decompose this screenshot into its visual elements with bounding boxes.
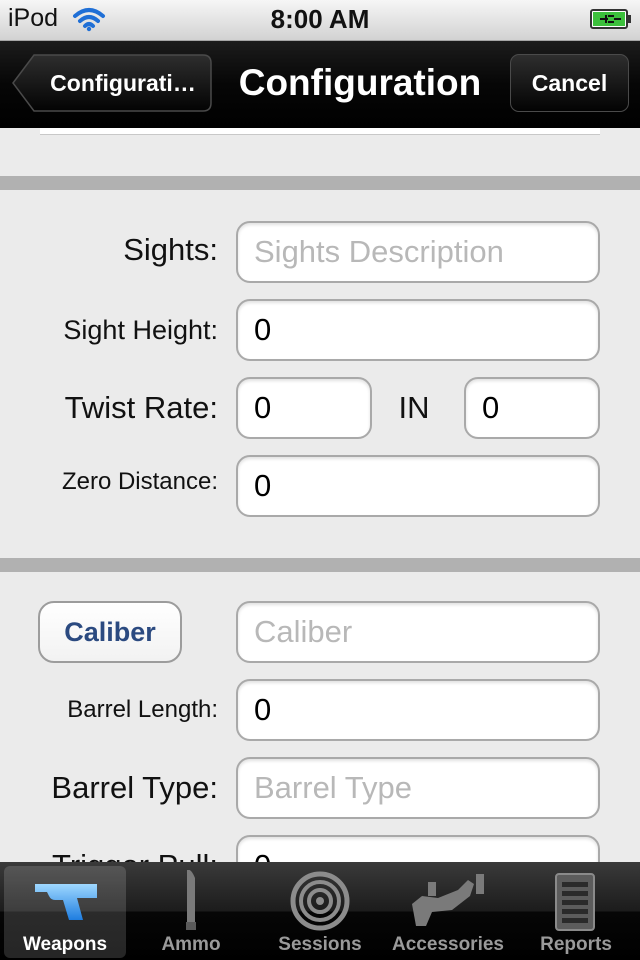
- section-separator: [0, 558, 640, 572]
- back-button-label: Configurati…: [50, 70, 196, 96]
- tab-accessories[interactable]: Accessories: [387, 866, 509, 958]
- sights-input[interactable]: Sights Description: [236, 221, 600, 283]
- tab-bar: Weapons Ammo Sessions Accessories Report…: [0, 862, 640, 960]
- barrel-length-input[interactable]: 0: [236, 679, 600, 741]
- status-bar: iPod 8:00 AM: [0, 0, 640, 41]
- twist-rate-unit: IN: [398, 390, 430, 425]
- tab-reports[interactable]: Reports: [515, 866, 637, 958]
- zero-distance-input[interactable]: 0: [236, 455, 600, 517]
- tab-ammo[interactable]: Ammo: [130, 866, 252, 958]
- back-button[interactable]: Configurati…: [12, 54, 212, 112]
- twist-rate-inches-input[interactable]: 0: [464, 377, 600, 439]
- previous-section-bottom: [40, 128, 600, 135]
- tab-reports-label: Reports: [540, 934, 612, 955]
- page-title: Configuration: [238, 62, 482, 103]
- accessories-icon: [412, 874, 484, 926]
- section-separator: [0, 176, 640, 190]
- barrel-type-input[interactable]: Barrel Type: [236, 757, 600, 819]
- status-time: 8:00 AM: [270, 4, 370, 34]
- cancel-button[interactable]: Cancel: [510, 54, 629, 112]
- tab-sessions[interactable]: Sessions: [259, 866, 381, 958]
- form-scroll-view[interactable]: Sights: Sights Description Sight Height:…: [0, 128, 640, 862]
- target-icon: [290, 871, 350, 931]
- battery-charging-icon: [590, 9, 631, 29]
- barrel-length-label: Barrel Length:: [67, 696, 218, 723]
- caliber-button[interactable]: Caliber: [38, 601, 182, 663]
- reports-icon: [555, 873, 595, 931]
- sight-height-label: Sight Height:: [63, 315, 218, 345]
- trigger-pull-label: Trigger Pull:: [20, 848, 218, 862]
- pistol-icon: [35, 884, 97, 920]
- sight-height-input[interactable]: 0: [236, 299, 600, 361]
- tab-weapons[interactable]: Weapons: [4, 866, 126, 958]
- twist-rate-input[interactable]: 0: [236, 377, 372, 439]
- tab-accessories-label: Accessories: [392, 934, 504, 955]
- navigation-bar: Configurati… Configuration Cancel: [0, 41, 640, 128]
- twist-rate-label: Twist Rate:: [64, 390, 218, 425]
- tab-sessions-label: Sessions: [278, 934, 362, 955]
- bullet-icon: [186, 870, 196, 930]
- tab-weapons-label: Weapons: [22, 934, 108, 955]
- tab-ammo-label: Ammo: [161, 934, 221, 955]
- sights-label: Sights:: [123, 232, 218, 267]
- zero-distance-label: Zero Distance:: [61, 468, 218, 495]
- caliber-input[interactable]: Caliber: [236, 601, 600, 663]
- trigger-pull-input[interactable]: 0: [236, 835, 600, 862]
- barrel-type-label: Barrel Type:: [51, 770, 218, 805]
